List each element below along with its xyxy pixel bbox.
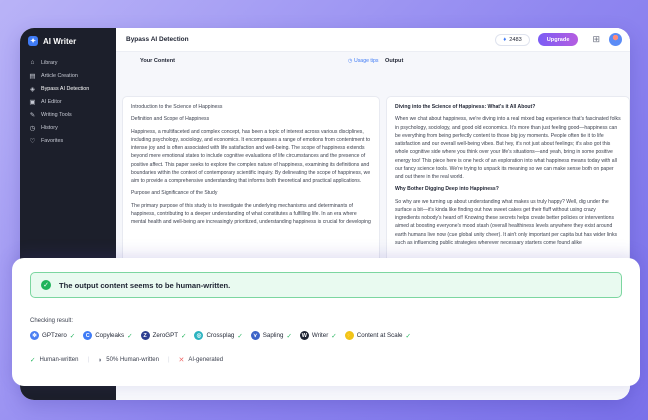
detector-name: ZeroGPT xyxy=(152,332,179,339)
copyleaks-icon: C xyxy=(83,331,93,340)
detector-item: Z ZeroGPT ✓ xyxy=(140,331,187,340)
output-label: Output xyxy=(385,58,404,64)
sidebar-item-label: Article Creation xyxy=(41,72,78,79)
content-at-scale-icon: ⚡ xyxy=(344,331,354,340)
detector-name: Writer xyxy=(311,332,329,339)
detector-name: Sapling xyxy=(262,332,284,339)
brand[interactable]: ✦ AI Writer xyxy=(20,28,116,56)
sidebar-item[interactable]: ⌂ Library xyxy=(20,56,116,69)
sidebar-item[interactable]: ◷ History xyxy=(20,121,116,134)
cross-icon: ✕ xyxy=(178,357,185,364)
check-icon: ✓ xyxy=(331,332,337,340)
legend-divider: | xyxy=(87,357,90,363)
writer-icon: W xyxy=(299,331,309,340)
diamond-icon: ♦ xyxy=(503,36,507,43)
legend-half: ◗ 50% Human-written xyxy=(98,357,159,364)
input-paragraph: The primary purpose of this study is to … xyxy=(131,202,371,226)
credits-value: 2483 xyxy=(509,36,522,43)
panel-labels: Your Content ◷ Usage tips Output xyxy=(116,52,630,68)
gptzero-icon: ✻ xyxy=(30,331,39,340)
output-paragraph: When we chat about happiness, we're divi… xyxy=(395,116,621,180)
clock-icon: ◷ xyxy=(29,124,36,132)
result-legend: ✓ Human-written | ◗ 50% Human-written | … xyxy=(30,356,622,365)
page-title: Bypass AI Detection xyxy=(126,36,189,43)
check-icon: ✓ xyxy=(286,332,292,340)
check-icon: ✓ xyxy=(30,357,36,364)
checking-result-label: Checking result: xyxy=(30,318,74,324)
detector-list: ✻ GPTzero ✓ C Copyleaks ✓ Z ZeroGPT ✓ ◎ Crossplag ✓… xyxy=(30,331,622,340)
sidebar-item-label: Writing Tools xyxy=(41,111,72,118)
success-banner: ✓ The output content seems to be human-w… xyxy=(30,272,622,298)
detector-name: Content at Scale xyxy=(356,332,403,339)
sidebar-item[interactable]: ◈ Bypass AI Detection xyxy=(20,82,116,95)
sapling-icon: ⋎ xyxy=(250,331,260,340)
sidebar-nav: ⌂ Library ▤ Article Creation ◈ Bypass AI Dete… xyxy=(20,56,116,147)
input-subheading: Definition and Scope of Happiness xyxy=(131,116,210,123)
check-icon: ✓ xyxy=(237,332,243,340)
sidebar-item-label: Bypass AI Detection xyxy=(41,85,90,92)
usage-tips-link[interactable]: ◷ Usage tips xyxy=(348,58,378,64)
detector-item: C Copyleaks ✓ xyxy=(83,331,133,340)
apps-grid-icon[interactable]: ⊞ xyxy=(592,34,600,45)
detector-item: ◎ Crossplag ✓ xyxy=(194,331,243,340)
input-subheading: Purpose and Significance of the Study xyxy=(131,190,218,197)
app-name: AI Writer xyxy=(43,36,77,46)
legend-ai: ✕ AI-generated xyxy=(179,356,224,364)
legend-human: ✓ Human-written xyxy=(30,356,78,364)
legend-divider: | xyxy=(167,357,170,363)
top-bar: Bypass AI Detection ♦ 2483 Upgrade ⊞ xyxy=(116,28,630,52)
check-icon: ✓ xyxy=(69,332,76,340)
detection-result-panel: ✓ The output content seems to be human-w… xyxy=(12,258,640,386)
half-circle-icon: ◗ xyxy=(98,356,103,364)
legend-half-label: 50% Human-written xyxy=(106,357,159,363)
logo-icon: ✦ xyxy=(28,36,38,46)
sidebar-item-label: AI Editor xyxy=(41,98,62,105)
sidebar-item-label: Favorites xyxy=(41,137,64,144)
detector-item: ✻ GPTzero ✓ xyxy=(30,331,75,340)
output-paragraph: So why are we turning up about understan… xyxy=(395,198,618,246)
legend-human-label: Human-written xyxy=(39,357,79,363)
detector-item: W Writer ✓ xyxy=(299,331,337,340)
editor-icon: ▣ xyxy=(29,98,36,106)
sidebar-item-label: History xyxy=(41,124,58,131)
sidebar-item[interactable]: ♡ Favorites xyxy=(20,134,116,147)
detector-name: Copyleaks xyxy=(95,332,125,339)
sidebar-item[interactable]: ▣ AI Editor xyxy=(20,95,116,108)
usage-tips-label: Usage tips xyxy=(353,58,379,64)
detector-item: ⋎ Sapling ✓ xyxy=(250,331,292,340)
heart-icon: ♡ xyxy=(29,137,36,145)
check-circle-icon: ✓ xyxy=(41,280,51,290)
sidebar-item[interactable]: ▤ Article Creation xyxy=(20,69,116,82)
avatar[interactable] xyxy=(609,33,622,46)
check-icon: ✓ xyxy=(181,332,187,340)
detector-name: GPTzero xyxy=(42,332,67,339)
check-icon: ✓ xyxy=(127,332,133,340)
input-heading: Introduction to the Science of Happiness xyxy=(131,104,223,110)
input-paragraph: Happiness, a multifaceted and complex co… xyxy=(131,128,371,185)
detector-name: Crossplag xyxy=(206,332,235,339)
result-message: The output content seems to be human-wri… xyxy=(59,280,231,290)
legend-ai-label: AI-generated xyxy=(188,357,224,363)
zerogpt-icon: Z xyxy=(140,331,150,340)
detector-item: ⚡ Content at Scale ✓ xyxy=(344,331,411,340)
home-icon: ⌂ xyxy=(30,59,35,66)
crossplag-icon: ◎ xyxy=(194,331,204,340)
sidebar-item-label: Library xyxy=(41,59,58,66)
shield-icon: ◈ xyxy=(30,85,35,93)
pen-icon: ✎ xyxy=(29,111,36,119)
output-heading: Diving into the Science of Happiness: Wh… xyxy=(395,104,536,110)
credits-badge[interactable]: ♦ 2483 xyxy=(495,33,530,46)
sidebar-item[interactable]: ✎ Writing Tools xyxy=(20,108,116,121)
upgrade-button[interactable]: Upgrade xyxy=(537,33,579,46)
document-icon: ▤ xyxy=(29,72,36,80)
output-heading: Why Bother Digging Deep into Happiness? xyxy=(395,186,499,193)
your-content-label: Your Content xyxy=(140,58,176,64)
check-icon: ✓ xyxy=(405,332,411,340)
